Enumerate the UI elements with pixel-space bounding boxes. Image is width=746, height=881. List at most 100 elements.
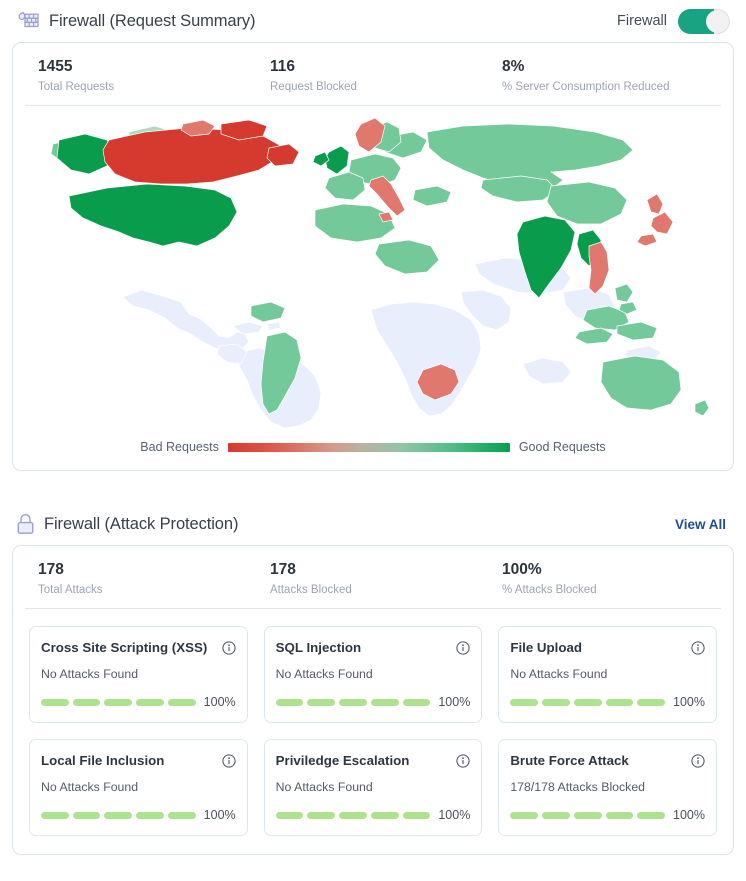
stat-value: 178	[270, 561, 296, 578]
attack-card-file-upload[interactable]: File Upload No Attacks Found 100%	[498, 626, 717, 723]
attack-protection-stats: 178 Total Attacks 178 Attacks Blocked 10…	[25, 546, 721, 609]
progress-segment	[307, 698, 336, 706]
progress-segment	[402, 811, 431, 819]
legend-good-label: Good Requests	[518, 440, 606, 454]
map-legend: Bad Requests Good Requests	[13, 436, 733, 470]
map-base-countries	[122, 257, 662, 429]
attack-card-status: No Attacks Found	[510, 667, 608, 681]
attack-card-header: SQL Injection	[276, 639, 471, 660]
progress-segment	[573, 698, 602, 706]
request-summary-header: Firewall (Request Summary) Firewall	[12, 0, 734, 42]
firewall-toggle[interactable]	[678, 8, 730, 34]
attack-card-status: No Attacks Found	[275, 667, 373, 681]
attack-card-title: Priviledge Escalation	[275, 753, 410, 768]
attack-card-status: No Attacks Found	[275, 780, 373, 794]
info-icon[interactable]	[222, 639, 236, 660]
stat-value: 178	[38, 561, 64, 578]
progress-segment	[275, 698, 304, 706]
stat-value: 8%	[502, 58, 525, 75]
attack-card-title: Cross Site Scripting (XSS)	[41, 640, 208, 655]
progress-segment	[510, 698, 539, 706]
attack-card-title: SQL Injection	[275, 640, 362, 655]
attack-card-grid: Cross Site Scripting (XSS) No Attacks Fo…	[13, 609, 733, 854]
attack-card-progress: 100%	[510, 695, 705, 709]
request-summary-card: 1455 Total Requests 116 Request Blocked …	[12, 42, 734, 471]
progress-segment	[167, 698, 196, 706]
progress-segments	[510, 698, 665, 706]
progress-segment	[72, 811, 101, 819]
progress-segment	[275, 811, 304, 819]
attack-card-progress: 100%	[41, 695, 236, 709]
attack-card-title: Brute Force Attack	[510, 753, 629, 768]
world-map-svg	[50, 117, 710, 429]
attack-card-local-file-inclusion[interactable]: Local File Inclusion No Attacks Found 10…	[29, 739, 248, 836]
attack-card-privilege-escalation[interactable]: Priviledge Escalation No Attacks Found 1…	[263, 739, 483, 836]
progress-segment	[637, 698, 665, 706]
attack-card-header: Brute Force Attack	[510, 752, 705, 773]
progress-segment	[41, 698, 69, 706]
progress-segment	[41, 811, 69, 819]
progress-segment	[72, 698, 101, 706]
stat-value: 1455	[38, 58, 73, 75]
request-summary-stats: 1455 Total Requests 116 Request Blocked …	[25, 43, 721, 106]
attack-card-status: 178/178 Attacks Blocked	[510, 780, 645, 794]
legend-gradient-bar	[227, 442, 510, 452]
firewall-icon	[16, 11, 40, 31]
stat-value: 116	[270, 58, 296, 75]
info-icon[interactable]	[222, 752, 236, 773]
page-title: Firewall (Request Summary)	[49, 11, 256, 30]
progress-segment	[136, 698, 164, 706]
stat-label: Total Attacks	[38, 584, 103, 596]
stat-total-attacks: 178 Total Attacks	[25, 560, 257, 597]
progress-percent: 100%	[203, 695, 236, 709]
progress-segments	[510, 811, 665, 819]
stat-request-blocked: 116 Request Blocked	[257, 57, 489, 94]
info-icon[interactable]	[456, 752, 470, 773]
progress-percent: 100%	[438, 695, 471, 709]
world-map[interactable]	[13, 106, 733, 436]
progress-segment	[542, 698, 570, 706]
firewall-dashboard: Firewall (Request Summary) Firewall 1455…	[0, 0, 746, 881]
progress-segment	[307, 811, 336, 819]
progress-segment	[339, 811, 367, 819]
progress-segments	[275, 698, 431, 706]
stat-percent-attacks-blocked: 100% % Attacks Blocked	[489, 560, 721, 597]
attack-card-header: File Upload	[510, 639, 705, 660]
info-icon[interactable]	[691, 639, 705, 660]
stat-label: Total Requests	[38, 81, 115, 93]
attack-card-header: Priviledge Escalation	[276, 752, 471, 773]
attack-card-status: No Attacks Found	[41, 780, 139, 794]
attack-card-xss[interactable]: Cross Site Scripting (XSS) No Attacks Fo…	[29, 626, 248, 723]
progress-segment	[573, 811, 602, 819]
progress-percent: 100%	[203, 808, 236, 822]
progress-segment	[637, 811, 665, 819]
progress-segments	[41, 698, 196, 706]
attack-card-progress: 100%	[275, 808, 471, 822]
attack-protection-header: Firewall (Attack Protection) View All	[12, 503, 734, 545]
attack-card-progress: 100%	[275, 695, 471, 709]
progress-segment	[104, 811, 133, 819]
view-all-link[interactable]: View All	[675, 517, 730, 532]
stat-label: Attacks Blocked	[270, 584, 352, 596]
attack-card-progress: 100%	[510, 808, 705, 822]
progress-segments	[41, 811, 196, 819]
attack-protection-card: 178 Total Attacks 178 Attacks Blocked 10…	[12, 545, 734, 855]
attack-card-brute-force[interactable]: Brute Force Attack 178/178 Attacks Block…	[498, 739, 717, 836]
stat-label: % Attacks Blocked	[502, 584, 597, 596]
info-icon[interactable]	[456, 639, 470, 660]
info-icon[interactable]	[691, 752, 705, 773]
progress-percent: 100%	[673, 695, 705, 709]
attack-card-sql-injection[interactable]: SQL Injection No Attacks Found 100%	[263, 626, 483, 723]
progress-percent: 100%	[438, 808, 471, 822]
progress-segment	[402, 698, 431, 706]
progress-segment	[136, 811, 164, 819]
progress-segment	[370, 698, 399, 706]
progress-segment	[370, 811, 399, 819]
stat-attacks-blocked: 178 Attacks Blocked	[257, 560, 489, 597]
firewall-toggle-label: Firewall	[617, 13, 667, 29]
progress-segment	[605, 811, 634, 819]
progress-segment	[339, 698, 367, 706]
stat-label: % Server Consumption Reduced	[502, 81, 670, 93]
legend-bad-label: Bad Requests	[140, 440, 219, 454]
